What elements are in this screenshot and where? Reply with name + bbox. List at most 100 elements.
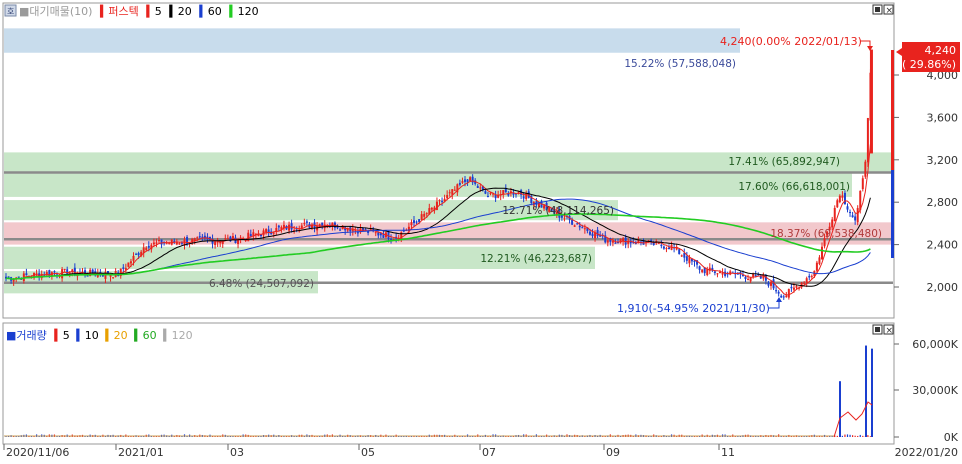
- candle-body: [719, 272, 721, 273]
- candle-body: [563, 218, 565, 219]
- volume-bar: [855, 436, 856, 437]
- candle-body: [278, 226, 280, 228]
- volume-bar: [699, 436, 700, 437]
- candle-body: [770, 282, 772, 286]
- vol-ma20-mark: ▍: [104, 328, 113, 342]
- band-5: [4, 222, 894, 244]
- volume-bar: [28, 436, 29, 437]
- price-y-axis: 4,0003,6003,2002,8002,4002,000: [894, 69, 958, 294]
- legend-ma60: 60: [208, 5, 222, 18]
- candle-body: [459, 183, 461, 185]
- price-tick-label-3200: 3,200: [927, 154, 959, 167]
- candle-body: [834, 208, 836, 221]
- candle-body: [607, 240, 609, 242]
- candle-body: [176, 242, 178, 244]
- volume-bar: [730, 436, 731, 437]
- band-label-2: 17.41% (65,892,947): [728, 156, 840, 168]
- candle-body: [714, 271, 716, 273]
- candle-body: [273, 233, 275, 234]
- candle-body: [862, 178, 864, 189]
- candle-body: [790, 287, 792, 288]
- candle-body: [574, 225, 576, 226]
- candle-body: [87, 276, 89, 277]
- candle-body: [423, 214, 425, 217]
- candle-body: [497, 195, 499, 197]
- candle-body: [418, 219, 420, 222]
- candle-body: [686, 256, 688, 260]
- candle-body: [219, 242, 221, 243]
- close-icon: ×: [886, 6, 894, 16]
- candle-body: [571, 220, 573, 225]
- candle-body: [237, 240, 239, 244]
- candle-body: [265, 229, 267, 232]
- candle-body: [390, 239, 392, 240]
- legend-ma120-mark: ▍: [228, 4, 237, 18]
- stock-chart: 15.22% (57,588,048) 17.41% (65,892,947) …: [0, 0, 962, 461]
- x-label-3: 05: [361, 446, 375, 459]
- candle-body: [745, 277, 747, 279]
- candle-body: [796, 286, 798, 288]
- legend-ma5: 5: [155, 5, 162, 18]
- x-label-4: 07: [482, 446, 496, 459]
- x-label-2: 03: [230, 446, 244, 459]
- vol-ma20: 20: [114, 329, 128, 342]
- candle-body: [357, 232, 359, 233]
- price-legend: ■대기매물(10) ▍퍼스텍 ▍5 ▍20 ▍60 ▍120: [19, 4, 259, 18]
- volume-spike-2: [871, 349, 873, 437]
- current-price-label: 4,240: [925, 44, 957, 57]
- candle-body: [716, 273, 718, 274]
- axis-range-bar-blue: [891, 170, 894, 258]
- vol-tick-label-30k: 30,000K: [912, 384, 958, 397]
- volume-bar: [39, 436, 40, 437]
- candle-body: [224, 238, 226, 239]
- band-label-5: 18.37% (69,538,480): [770, 228, 882, 240]
- candle-body: [660, 245, 662, 246]
- volume-bar: [676, 436, 677, 437]
- candle-body: [864, 162, 866, 177]
- candle-body: [461, 181, 463, 183]
- candle-body: [451, 189, 453, 195]
- candle-body: [778, 292, 780, 294]
- vol-ma120-mark: ▍: [162, 328, 171, 342]
- volume-bar: [564, 436, 565, 437]
- candle-body: [133, 256, 135, 261]
- candle-body: [683, 253, 685, 258]
- vol-ma120: 120: [172, 329, 193, 342]
- volume-bar: [452, 436, 453, 437]
- candle-body: [706, 269, 708, 275]
- candle-body: [579, 226, 581, 227]
- band-label-1: 15.22% (57,588,048): [624, 58, 736, 70]
- candle-body-last: [870, 50, 873, 154]
- legend-stock-name: 퍼스텍: [108, 5, 138, 18]
- candle-body: [158, 240, 160, 241]
- candle-body: [678, 249, 680, 254]
- chart-stage: 15.22% (57,588,048) 17.41% (65,892,947) …: [0, 0, 962, 461]
- candle-body: [849, 212, 851, 213]
- candle-body: [25, 273, 27, 275]
- volume-bar: [490, 436, 491, 437]
- candle-body: [597, 230, 599, 236]
- candle-body: [808, 276, 810, 278]
- candle-body: [339, 230, 341, 231]
- volume-spike-0: [839, 381, 841, 437]
- volume-bar: [860, 435, 861, 437]
- volume-bar: [849, 435, 850, 437]
- volume-bar: [105, 436, 106, 437]
- candle-body: [811, 276, 813, 277]
- candle-body: [816, 263, 818, 271]
- vol-ma60-mark: ▍: [133, 328, 142, 342]
- candle-body: [199, 236, 201, 237]
- candle-body: [584, 228, 586, 229]
- vol-ma60: 60: [143, 329, 157, 342]
- candle-body: [288, 225, 290, 231]
- candle-body: [449, 192, 451, 193]
- candle-body: [821, 247, 823, 260]
- candle-body: [614, 243, 616, 244]
- legend-ma20-mark: ▍: [168, 4, 177, 18]
- candle-body: [841, 195, 843, 197]
- price-tick-label-2400: 2,400: [927, 239, 959, 252]
- candle-body: [803, 283, 805, 284]
- candle-body: [112, 277, 114, 278]
- candle-body: [250, 234, 252, 236]
- candle-body: [785, 296, 787, 297]
